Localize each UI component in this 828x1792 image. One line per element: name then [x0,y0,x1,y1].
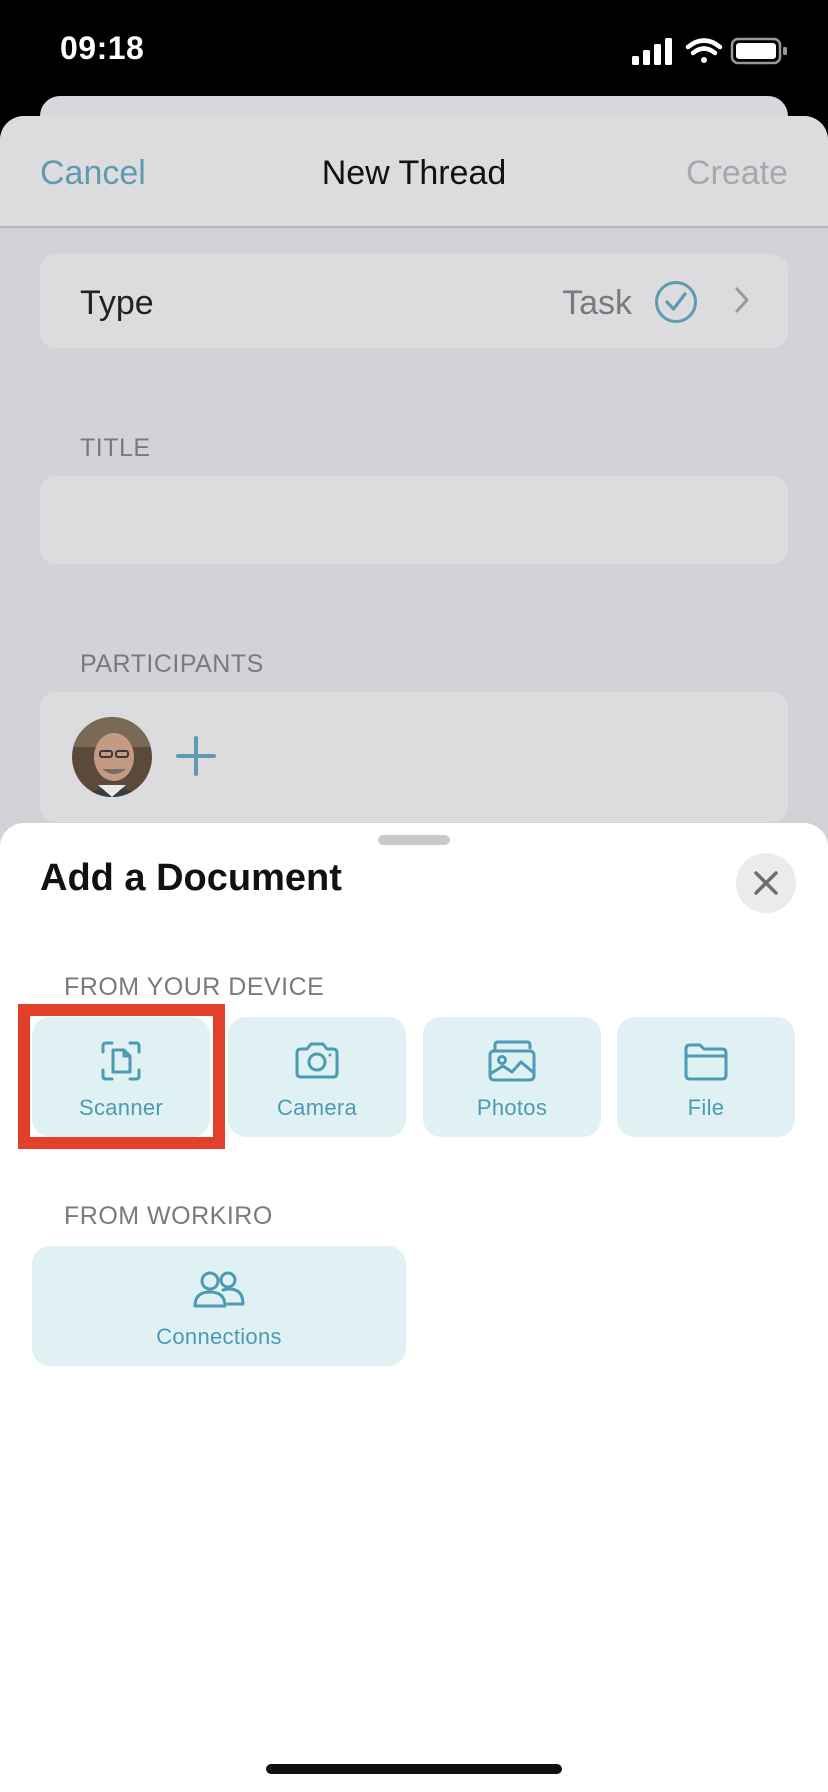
camera-icon [228,1039,406,1083]
scanner-button[interactable]: Scanner [32,1017,210,1137]
close-icon [754,871,778,895]
home-indicator[interactable] [266,1764,562,1774]
scanner-label: Scanner [78,1095,164,1120]
wifi-icon [685,38,723,63]
workiro-section-label: FROM WORKIRO [64,1202,273,1230]
battery-icon [730,37,787,65]
create-button[interactable]: Create [686,154,788,193]
device-section-label: FROM YOUR DEVICE [64,973,325,1001]
plus-icon [176,736,216,776]
avatar[interactable] [72,717,152,797]
chevron-right-icon [734,286,750,319]
task-check-icon [654,280,698,329]
status-bar: 09:18 [0,0,828,100]
camera-label: Camera [276,1095,358,1120]
photos-button[interactable]: Photos [423,1017,601,1137]
sheet-grabber[interactable] [378,835,450,845]
title-section-label: TITLE [80,434,151,462]
scanner-icon [32,1039,210,1083]
folder-icon [617,1039,795,1083]
people-icon [32,1268,406,1312]
status-icons [632,36,792,71]
file-label: File [687,1095,725,1120]
add-participant-button[interactable] [174,734,218,783]
status-time: 09:18 [60,30,145,66]
nav-bar: Cancel New Thread Create [0,116,828,228]
title-input[interactable] [40,476,788,564]
type-label: Type [80,284,154,322]
camera-button[interactable]: Camera [228,1017,406,1137]
participants-row [40,692,788,822]
connections-label: Connections [156,1324,282,1349]
photos-icon [423,1039,601,1083]
signal-icon [632,38,672,65]
sheet-title: Add a Document [40,857,342,899]
type-value: Task [562,284,632,322]
type-selector-row[interactable]: Type Task [40,254,788,348]
photos-label: Photos [476,1095,548,1120]
connections-button[interactable]: Connections [32,1246,406,1366]
participants-section-label: PARTICIPANTS [80,650,264,678]
close-button[interactable] [736,853,796,913]
file-button[interactable]: File [617,1017,795,1137]
